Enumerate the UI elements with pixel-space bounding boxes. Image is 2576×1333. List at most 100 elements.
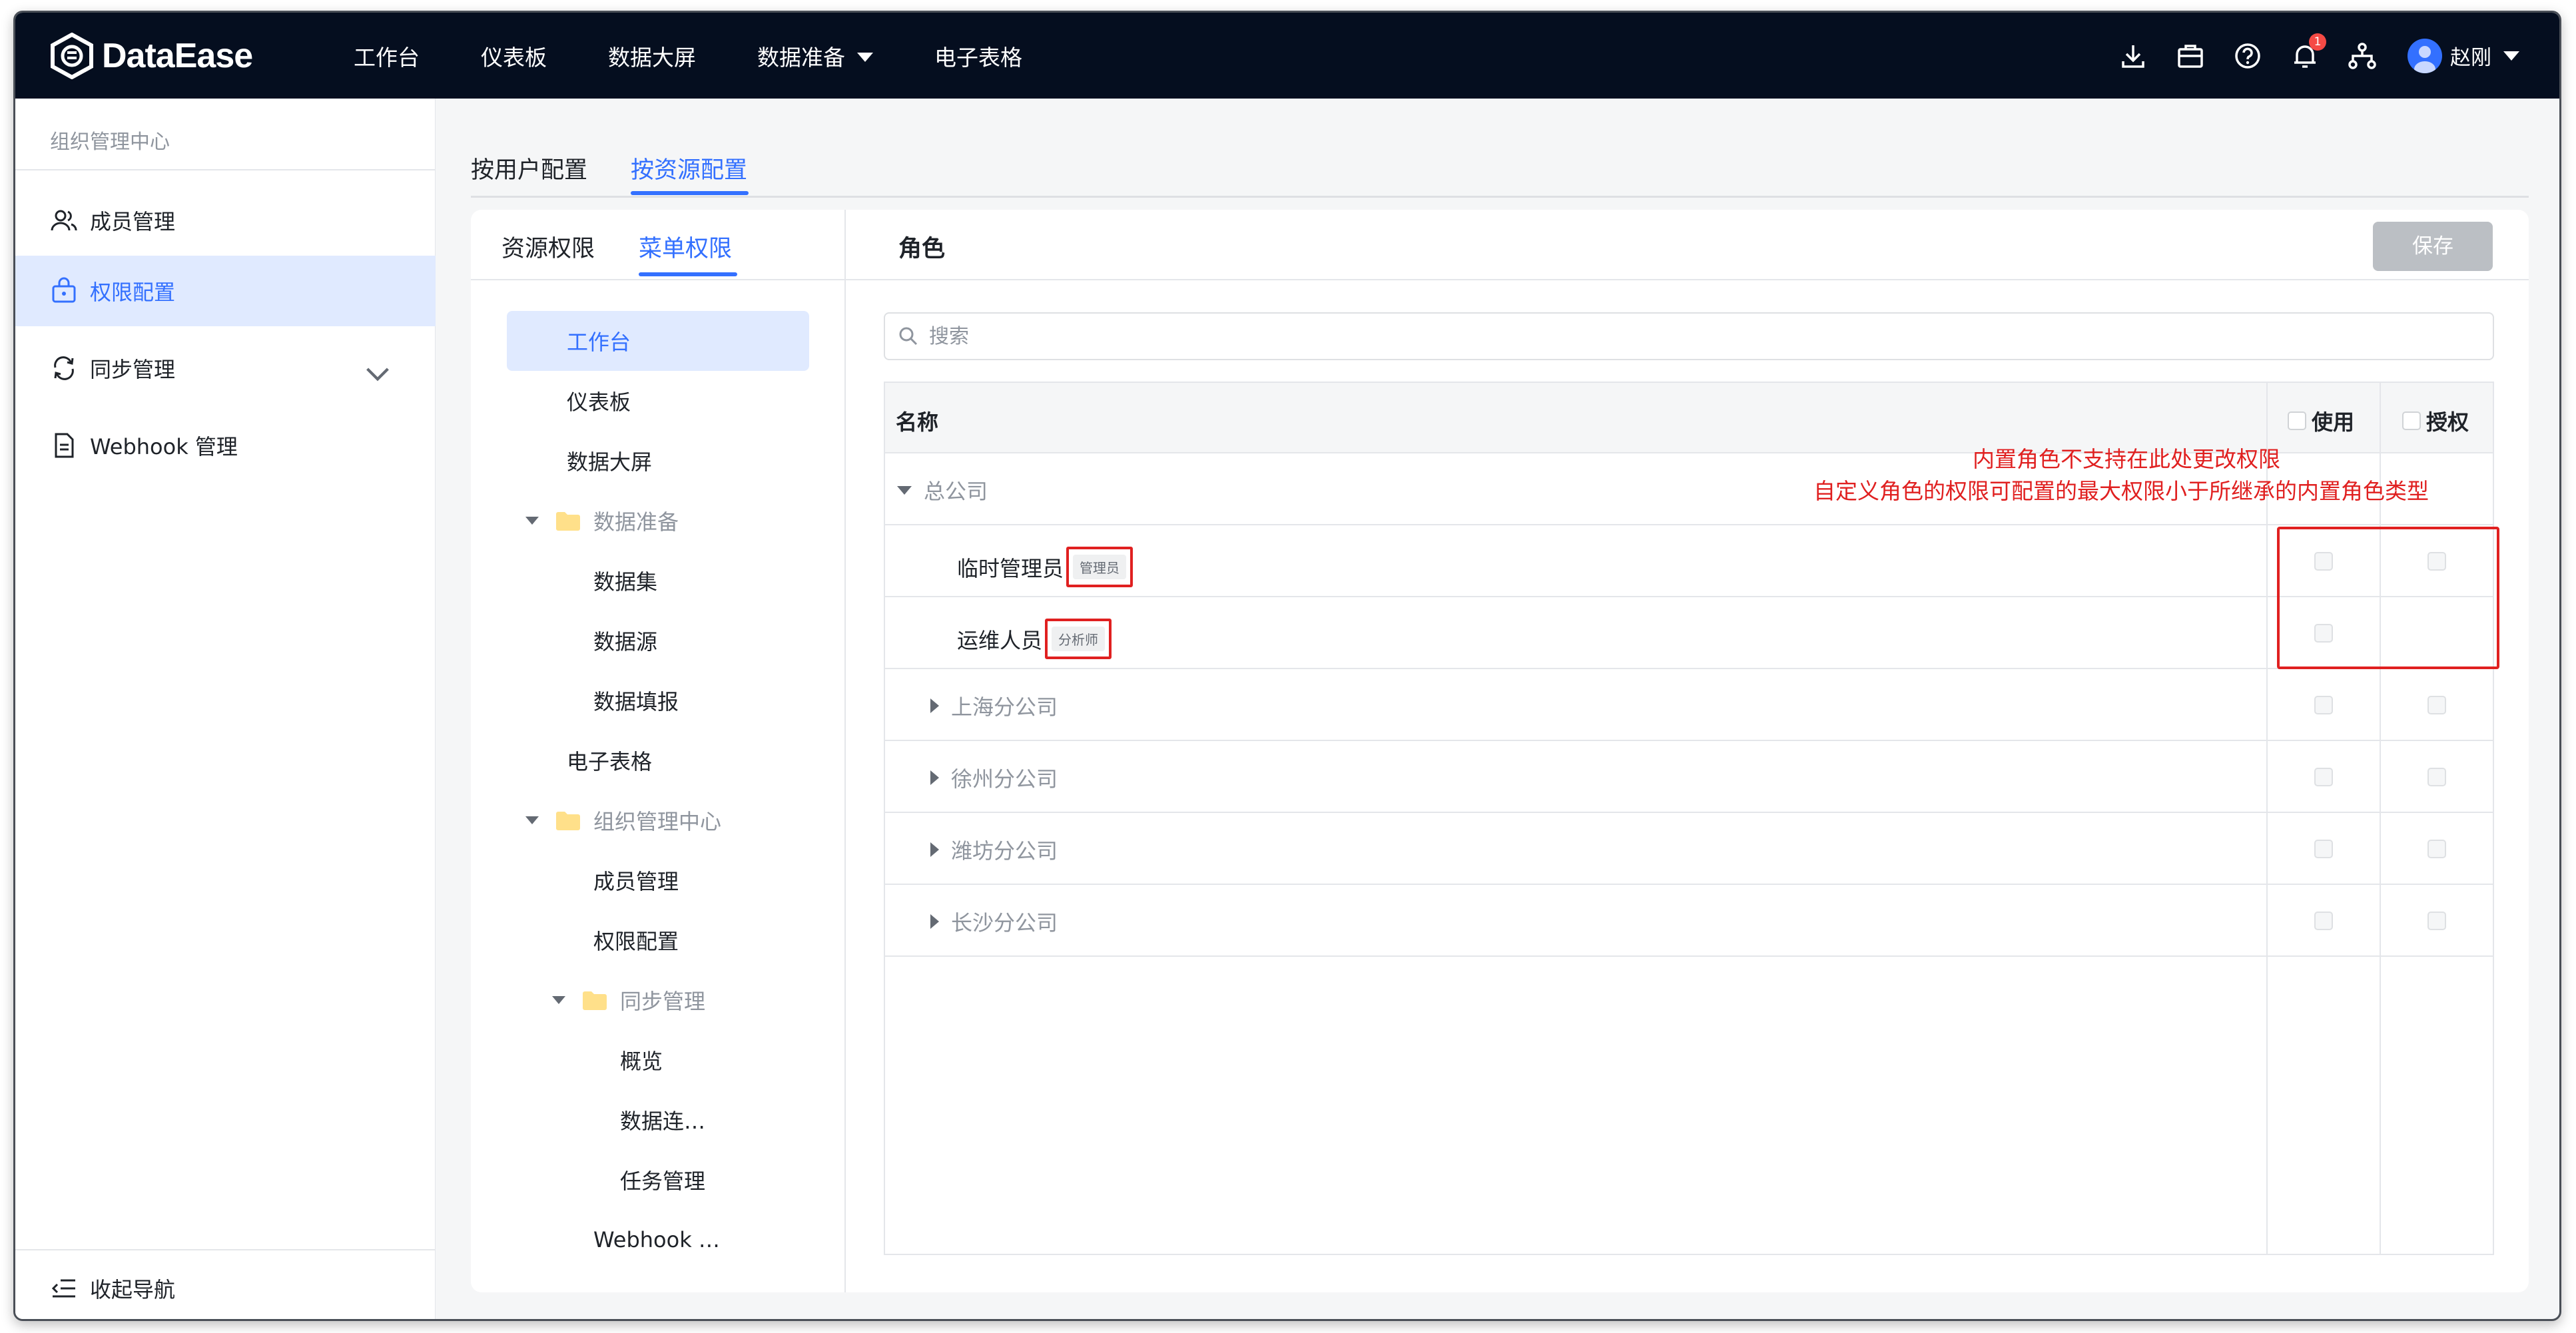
tree-folder[interactable]: 同步管理 xyxy=(507,970,809,1030)
select-all-auth-checkbox[interactable] xyxy=(2402,411,2421,430)
sidebar-item-webhook[interactable]: Webhook 管理 xyxy=(15,410,436,481)
row-label[interactable]: 长沙分公司 xyxy=(930,906,1058,937)
caret-down-icon[interactable] xyxy=(897,485,912,495)
row-label[interactable]: 潍坊分公司 xyxy=(930,834,1058,865)
column-header-name: 名称 xyxy=(896,409,939,435)
briefcase-icon[interactable] xyxy=(2174,40,2206,72)
row-label[interactable]: 总公司 xyxy=(897,475,988,505)
annotation-highlight-box xyxy=(2277,527,2499,669)
auth-checkbox[interactable] xyxy=(2427,696,2446,714)
use-checkbox[interactable] xyxy=(2314,912,2333,930)
tree-label: 数据连… xyxy=(620,1109,706,1134)
sidebar: 组织管理中心 成员管理 权限配置 同步管理 Webhook 管理 收起导航 xyxy=(15,99,436,1319)
tree-label: 数据集 xyxy=(593,569,658,595)
tree-item[interactable]: 权限配置 xyxy=(507,910,809,970)
sidebar-item-permissions[interactable]: 权限配置 xyxy=(15,256,436,326)
active-subtab-indicator xyxy=(639,272,737,276)
tree-folder[interactable]: 数据准备 xyxy=(507,491,809,551)
auth-checkbox[interactable] xyxy=(2427,912,2446,930)
collapse-icon xyxy=(51,1279,75,1298)
tab-resource-permission[interactable]: 资源权限 xyxy=(501,230,595,264)
sidebar-item-members[interactable]: 成员管理 xyxy=(15,185,436,256)
user-name: 赵刚 xyxy=(2450,46,2491,70)
select-all-use-checkbox[interactable] xyxy=(2288,411,2306,430)
sidebar-item-label: 权限配置 xyxy=(90,280,176,305)
tree-label: 仪表板 xyxy=(567,390,631,415)
tree-label: 成员管理 xyxy=(593,869,679,894)
use-checkbox[interactable] xyxy=(2314,768,2333,786)
table-row: 长沙分公司 xyxy=(885,885,2493,957)
role-name: 运维人员 xyxy=(957,627,1043,653)
use-checkbox[interactable] xyxy=(2314,696,2333,714)
search-icon xyxy=(899,327,918,346)
divider xyxy=(471,279,2529,280)
auth-checkbox[interactable] xyxy=(2427,768,2446,786)
nav-spreadsheet[interactable]: 电子表格 xyxy=(934,40,1022,72)
tree-item[interactable]: 数据源 xyxy=(507,611,809,670)
tab-by-resource[interactable]: 按资源配置 xyxy=(631,151,747,185)
tree-item[interactable]: 数据连… xyxy=(507,1090,809,1150)
chevron-down-icon xyxy=(366,368,389,382)
annotation-line-2: 自定义角色的权限可配置的最大权限小于所继承的内置角色类型 xyxy=(1813,478,2429,504)
org-structure-icon[interactable] xyxy=(2346,40,2378,72)
nav-data-screen[interactable]: 数据大屏 xyxy=(608,40,696,72)
notification-button[interactable]: 1 xyxy=(2289,33,2326,72)
caret-down-icon[interactable] xyxy=(552,996,565,1004)
lock-briefcase-icon xyxy=(52,277,76,303)
tree-item[interactable]: 成员管理 xyxy=(507,850,809,910)
row-label[interactable]: 上海分公司 xyxy=(930,690,1058,721)
tree-label: 概览 xyxy=(620,1049,663,1074)
tree-item[interactable]: 仪表板 xyxy=(507,371,809,431)
tree-label: 权限配置 xyxy=(593,929,679,954)
sidebar-item-sync[interactable]: 同步管理 xyxy=(15,333,436,403)
tree-item[interactable]: 概览 xyxy=(507,1030,809,1090)
caret-right-icon[interactable] xyxy=(930,770,939,785)
caret-right-icon[interactable] xyxy=(930,914,939,929)
caret-right-icon[interactable] xyxy=(930,842,939,857)
nav-data-prep[interactable]: 数据准备 xyxy=(757,40,873,72)
user-menu[interactable]: 赵刚 xyxy=(2408,38,2519,73)
caret-down-icon[interactable] xyxy=(525,517,539,525)
column-label: 授权 xyxy=(2426,409,2469,435)
tree-folder[interactable]: 组织管理中心 xyxy=(507,790,809,850)
tree-item[interactable]: 数据填报 xyxy=(507,670,809,730)
org-name: 上海分公司 xyxy=(951,694,1058,720)
roles-title: 角色 xyxy=(898,236,946,262)
tree-label: 组织管理中心 xyxy=(593,809,722,834)
org-name: 徐州分公司 xyxy=(951,766,1058,792)
nav-workbench[interactable]: 工作台 xyxy=(354,40,420,72)
download-icon[interactable] xyxy=(2117,40,2149,72)
tree-item[interactable]: 数据集 xyxy=(507,551,809,611)
tree-label: 数据大屏 xyxy=(567,449,653,475)
search-input[interactable] xyxy=(929,324,2461,348)
tree-item[interactable]: Webhook … xyxy=(507,1210,809,1270)
header-actions: 1 赵刚 xyxy=(2092,13,2519,99)
search-box[interactable] xyxy=(884,312,2494,360)
nav-label: 数据大屏 xyxy=(608,44,696,71)
auth-checkbox[interactable] xyxy=(2427,840,2446,858)
help-icon[interactable] xyxy=(2232,40,2264,72)
divider xyxy=(15,169,436,170)
nav-dashboard[interactable]: 仪表板 xyxy=(481,40,547,72)
tree-item[interactable]: 电子表格 xyxy=(507,730,809,790)
column-header-use: 使用 xyxy=(2288,405,2354,436)
tree-item[interactable]: 工作台 xyxy=(507,311,809,371)
tab-by-user[interactable]: 按用户配置 xyxy=(471,151,587,185)
save-button[interactable]: 保存 xyxy=(2373,222,2493,271)
app-logo[interactable]: DataEase xyxy=(50,31,253,81)
caret-right-icon[interactable] xyxy=(930,698,939,713)
tab-menu-permission[interactable]: 菜单权限 xyxy=(639,230,732,264)
folder-icon xyxy=(556,512,580,531)
folder-icon xyxy=(583,991,607,1010)
org-name: 潍坊分公司 xyxy=(951,838,1058,864)
use-checkbox[interactable] xyxy=(2314,840,2333,858)
main-nav: 工作台 仪表板 数据大屏 数据准备 电子表格 xyxy=(354,13,1084,99)
column-label: 使用 xyxy=(2312,409,2355,435)
tree-item[interactable]: 任务管理 xyxy=(507,1150,809,1210)
collapse-nav-button[interactable]: 收起导航 xyxy=(50,1273,175,1304)
sidebar-item-label: Webhook 管理 xyxy=(90,434,238,459)
tree-item[interactable]: 数据大屏 xyxy=(507,431,809,491)
caret-down-icon[interactable] xyxy=(525,816,539,824)
sidebar-item-label: 同步管理 xyxy=(90,357,176,382)
row-label[interactable]: 徐州分公司 xyxy=(930,762,1058,793)
